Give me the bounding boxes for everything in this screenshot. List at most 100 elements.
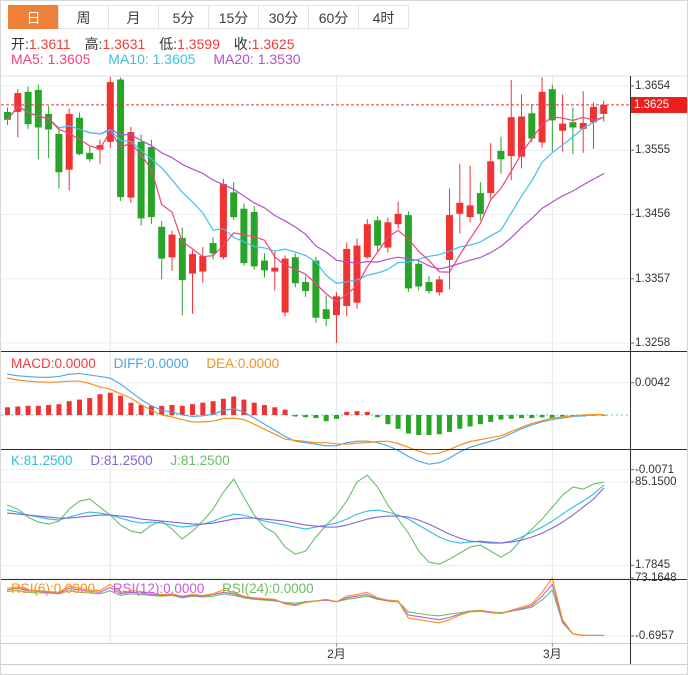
macd-bar <box>427 415 432 435</box>
macd-bar <box>375 415 380 417</box>
y-axis-label: 73.1648 <box>635 571 677 585</box>
macd-bar <box>5 407 10 415</box>
macd-bar <box>365 412 370 415</box>
j-line <box>8 475 604 564</box>
macd-bar <box>128 403 133 415</box>
macd-value: MACD:0.0000 <box>11 356 96 371</box>
macd-bar <box>344 412 349 415</box>
tab-4hour[interactable]: 4时 <box>358 5 409 29</box>
macd-bar <box>478 415 483 424</box>
ma-readout: MA5: 1.3605 MA10: 1.3605 MA20: 1.3530 <box>11 51 315 67</box>
candle-body <box>374 220 381 245</box>
macd-bar <box>118 396 123 415</box>
macd-bar <box>46 405 51 415</box>
tab-5min[interactable]: 5分 <box>158 5 209 29</box>
d-value: D:81.2500 <box>90 453 152 468</box>
tab-60min[interactable]: 60分 <box>308 5 359 29</box>
candle-body <box>436 279 443 292</box>
close-value: 1.3625 <box>252 36 295 52</box>
candle-body <box>312 261 319 318</box>
macd-bar <box>293 415 298 417</box>
ma5-value: MA5: 1.3605 <box>11 51 90 67</box>
candle-body <box>559 124 566 131</box>
candle-body <box>240 209 247 264</box>
high-value: 1.3631 <box>102 36 145 52</box>
y-axis-label: 0.0042 <box>635 376 670 390</box>
macd-bar <box>396 415 401 429</box>
tab-day[interactable]: 日 <box>8 5 59 29</box>
x-axis-label: 3月 <box>543 647 562 661</box>
macd-bar <box>262 405 267 415</box>
macd-bar <box>355 411 360 415</box>
candle-body <box>354 246 361 303</box>
candle-body <box>66 114 73 170</box>
k-value: K:81.2500 <box>11 453 73 468</box>
open-value: 1.3611 <box>29 36 71 52</box>
x-axis-label: 2月 <box>327 647 346 661</box>
macd-bar <box>190 404 195 415</box>
k-line <box>8 485 604 543</box>
candle-body <box>395 214 402 224</box>
candle-body <box>25 92 32 124</box>
macd-bar <box>211 401 216 415</box>
macd-bar <box>437 415 442 434</box>
ma20-value: MA20: 1.3530 <box>213 51 300 67</box>
y-axis-label: 1.3258 <box>635 336 670 350</box>
macd-bar <box>77 400 82 415</box>
j-value: J:81.2500 <box>170 453 229 468</box>
candle-body <box>169 235 176 258</box>
candle-body <box>467 205 474 217</box>
macd-bar <box>406 415 411 434</box>
candle-body <box>600 105 607 114</box>
macd-bar <box>416 415 421 435</box>
kdj-readout: K:81.2500 D:81.2500 J:81.2500 <box>11 453 244 468</box>
y-axis-label: 85.1500 <box>635 475 677 489</box>
macd-bar <box>15 407 20 416</box>
tab-week[interactable]: 周 <box>58 5 109 29</box>
rsi12-value: RSI(12):0.0000 <box>113 581 205 596</box>
macd-bar <box>303 415 308 417</box>
low-value: 1.3599 <box>177 36 220 52</box>
candle-body <box>302 282 309 291</box>
chart-app: 日周月5分15分30分60分4时 开:1.3611 高:1.3631 低:1.3… <box>0 0 688 675</box>
macd-bar <box>26 406 31 415</box>
macd-bar <box>324 415 329 421</box>
macd-bar <box>272 407 277 415</box>
candle-body <box>456 203 463 214</box>
candle-body <box>405 215 412 288</box>
candle-body <box>35 90 42 128</box>
candle-body <box>415 264 422 287</box>
macd-readout: MACD:0.0000 DIFF:0.0000 DEA:0.0000 <box>11 356 293 371</box>
macd-bar <box>87 398 92 415</box>
macd-bar <box>468 415 473 427</box>
macd-bar <box>283 410 288 415</box>
candle-body <box>230 192 237 217</box>
tab-30min[interactable]: 30分 <box>258 5 309 29</box>
rsi-readout: RSI(6):0.0000 RSI(12):0.0000 RSI(24):0.0… <box>11 581 328 596</box>
y-axis-label: 1.3654 <box>635 79 670 93</box>
chart-canvas[interactable] <box>1 1 688 675</box>
y-axis-label: 1.3555 <box>635 143 670 157</box>
high-label: 高: <box>85 36 103 52</box>
candle-body <box>508 117 515 156</box>
macd-bar <box>447 415 452 432</box>
period-tabbar: 日周月5分15分30分60分4时 <box>9 5 409 29</box>
macd-bar <box>498 415 503 420</box>
macd-bar <box>540 415 545 417</box>
tab-month[interactable]: 月 <box>108 5 159 29</box>
candle-body <box>539 92 546 143</box>
candle-body <box>189 254 196 274</box>
y-axis-label: -0.6957 <box>635 629 674 643</box>
macd-bar <box>67 401 72 415</box>
candle-body <box>487 161 494 193</box>
macd-bar <box>200 403 205 415</box>
macd-bar <box>56 404 61 415</box>
macd-bar <box>98 394 103 415</box>
low-label: 低: <box>159 36 177 52</box>
candle-body <box>76 118 83 154</box>
macd-bar <box>108 393 113 415</box>
candle-body <box>199 256 206 272</box>
tab-15min[interactable]: 15分 <box>208 5 259 29</box>
macd-bar <box>231 397 236 416</box>
diff-line <box>8 374 604 465</box>
